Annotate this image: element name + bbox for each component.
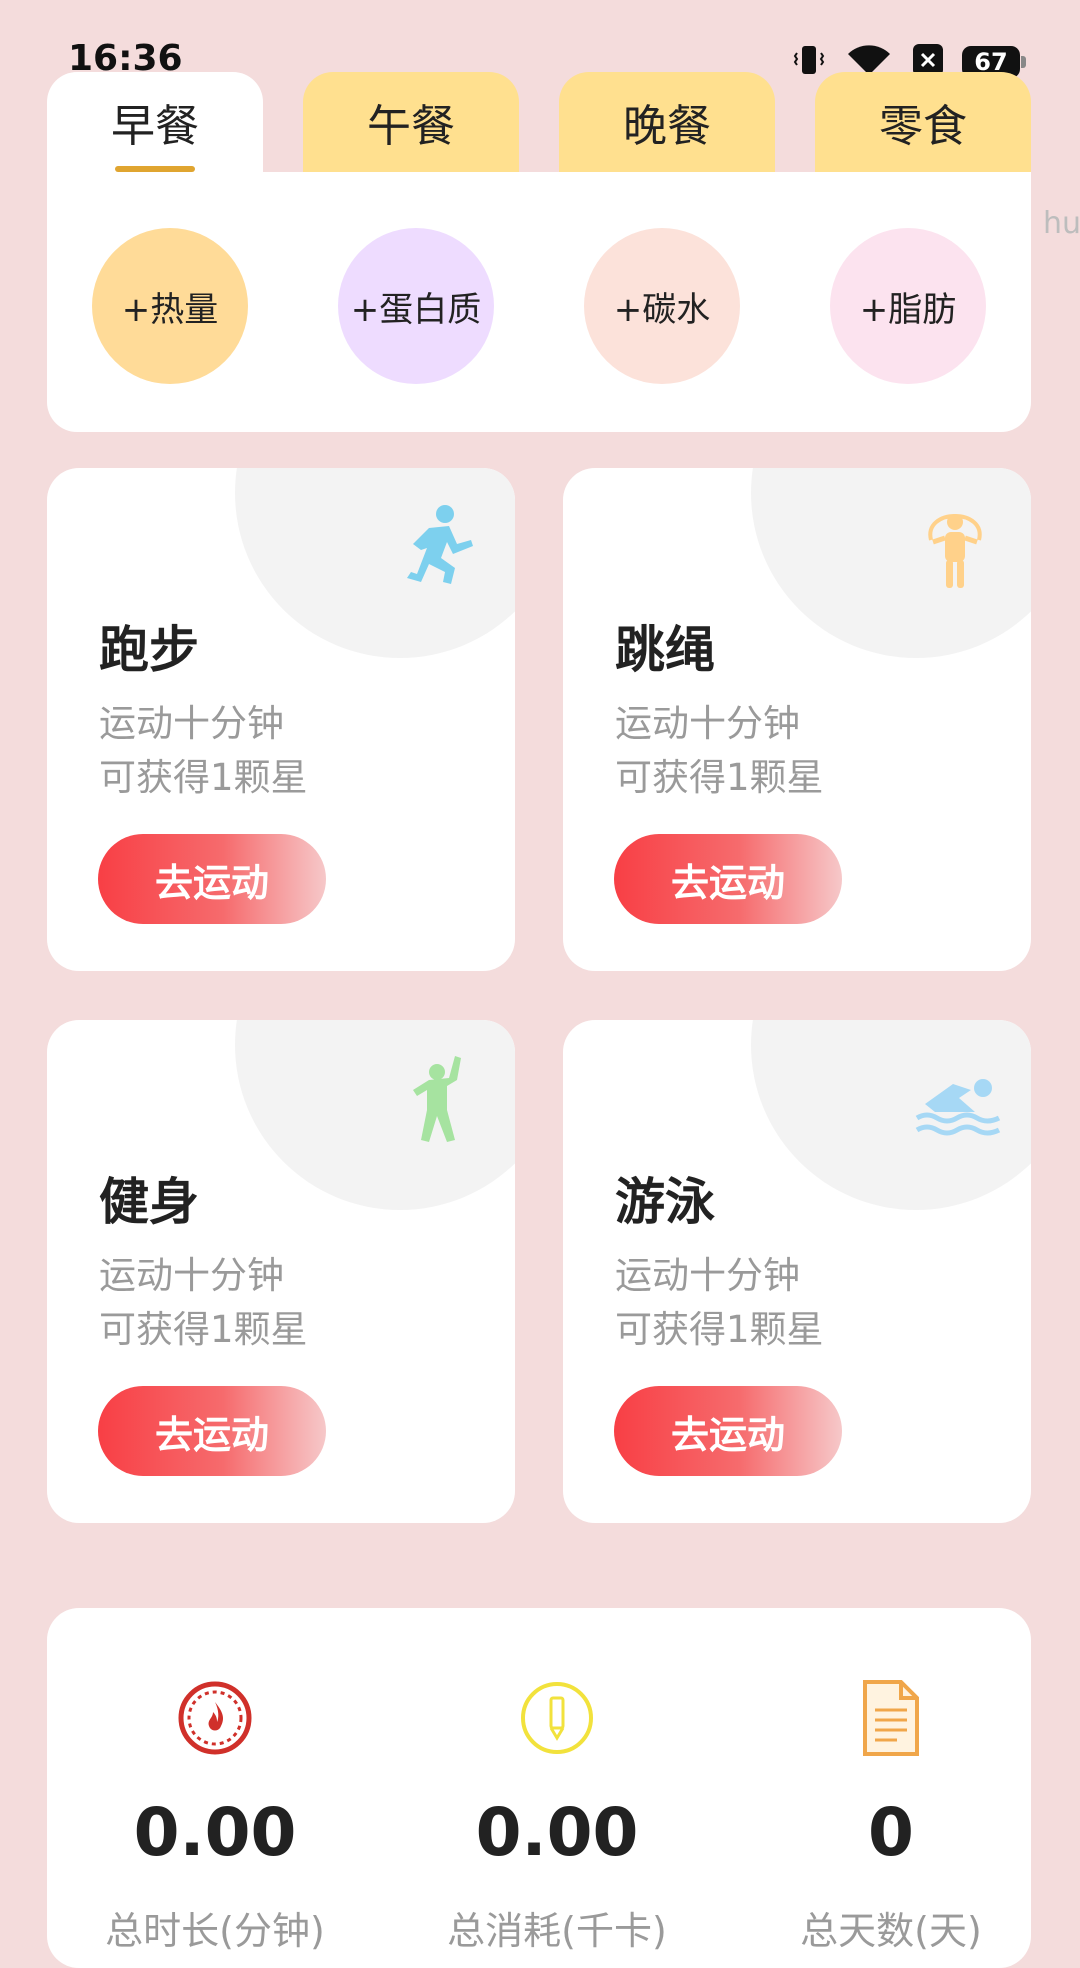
running-icon [399, 502, 479, 592]
exercise-desc: 运动十分钟 [615, 1254, 800, 1297]
pencil-circle-icon [517, 1678, 597, 1758]
stat-total-days: 0 总天数(天) [741, 1608, 1041, 1968]
exercise-title: 跳绳 [615, 621, 715, 679]
meal-card: 早餐 午餐 晚餐 零食 +热量 +蛋白质 +碳水 +脂肪 [47, 72, 1031, 432]
document-icon [851, 1678, 931, 1758]
exercise-title: 游泳 [615, 1173, 715, 1231]
tab-label: 零食 [879, 101, 967, 152]
exercise-desc: 运动十分钟 [615, 702, 800, 745]
tab-label: 早餐 [111, 101, 199, 152]
stat-value: 0 [868, 1794, 914, 1871]
go-exercise-button[interactable]: 去运动 [614, 834, 842, 924]
stat-value: 0.00 [475, 1794, 639, 1871]
swimming-icon [915, 1054, 1001, 1144]
tab-label: 午餐 [367, 101, 455, 152]
offscreen-text: hu [1043, 206, 1080, 241]
tab-snack[interactable]: 零食 [815, 72, 1031, 172]
fitness-icon [399, 1054, 479, 1144]
exercise-title: 健身 [99, 1173, 199, 1231]
stat-label: 总天数(天) [800, 1909, 982, 1953]
tab-lunch[interactable]: 午餐 [303, 72, 519, 172]
meal-body: +热量 +蛋白质 +碳水 +脂肪 [47, 172, 1031, 432]
tab-label: 晚餐 [623, 101, 711, 152]
exercise-title: 跑步 [99, 621, 199, 679]
stats-card: 0.00 总时长(分钟) 0.00 总消耗(千卡) 0 总天数(天) [47, 1608, 1031, 1968]
go-exercise-button[interactable]: 去运动 [98, 834, 326, 924]
stat-label: 总时长(分钟) [105, 1909, 325, 1953]
flame-gauge-icon [175, 1678, 255, 1758]
stat-total-duration: 0.00 总时长(分钟) [65, 1608, 365, 1968]
exercise-reward: 可获得1颗星 [615, 1308, 824, 1351]
exercise-desc: 运动十分钟 [99, 1254, 284, 1297]
exercise-reward: 可获得1颗星 [99, 756, 308, 799]
add-calories-button[interactable]: +热量 [92, 228, 248, 384]
exercise-card-running: 跑步 运动十分钟 可获得1颗星 去运动 [47, 468, 515, 971]
exercise-reward: 可获得1颗星 [615, 756, 824, 799]
exercise-reward: 可获得1颗星 [99, 1308, 308, 1351]
stat-value: 0.00 [133, 1794, 297, 1871]
exercise-card-jump-rope: 跳绳 运动十分钟 可获得1颗星 去运动 [563, 468, 1031, 971]
tab-breakfast[interactable]: 早餐 [47, 72, 263, 172]
add-protein-button[interactable]: +蛋白质 [338, 228, 494, 384]
exercise-desc: 运动十分钟 [99, 702, 284, 745]
exercise-card-fitness: 健身 运动十分钟 可获得1颗星 去运动 [47, 1020, 515, 1523]
tab-dinner[interactable]: 晚餐 [559, 72, 775, 172]
stat-label: 总消耗(千卡) [447, 1909, 667, 1953]
go-exercise-button[interactable]: 去运动 [98, 1386, 326, 1476]
add-carbs-button[interactable]: +碳水 [584, 228, 740, 384]
jump-rope-icon [915, 502, 995, 592]
go-exercise-button[interactable]: 去运动 [614, 1386, 842, 1476]
stat-total-calories: 0.00 总消耗(千卡) [407, 1608, 707, 1968]
meal-tabs: 早餐 午餐 晚餐 零食 [47, 72, 1031, 172]
add-fat-button[interactable]: +脂肪 [830, 228, 986, 384]
exercise-card-swimming: 游泳 运动十分钟 可获得1颗星 去运动 [563, 1020, 1031, 1523]
